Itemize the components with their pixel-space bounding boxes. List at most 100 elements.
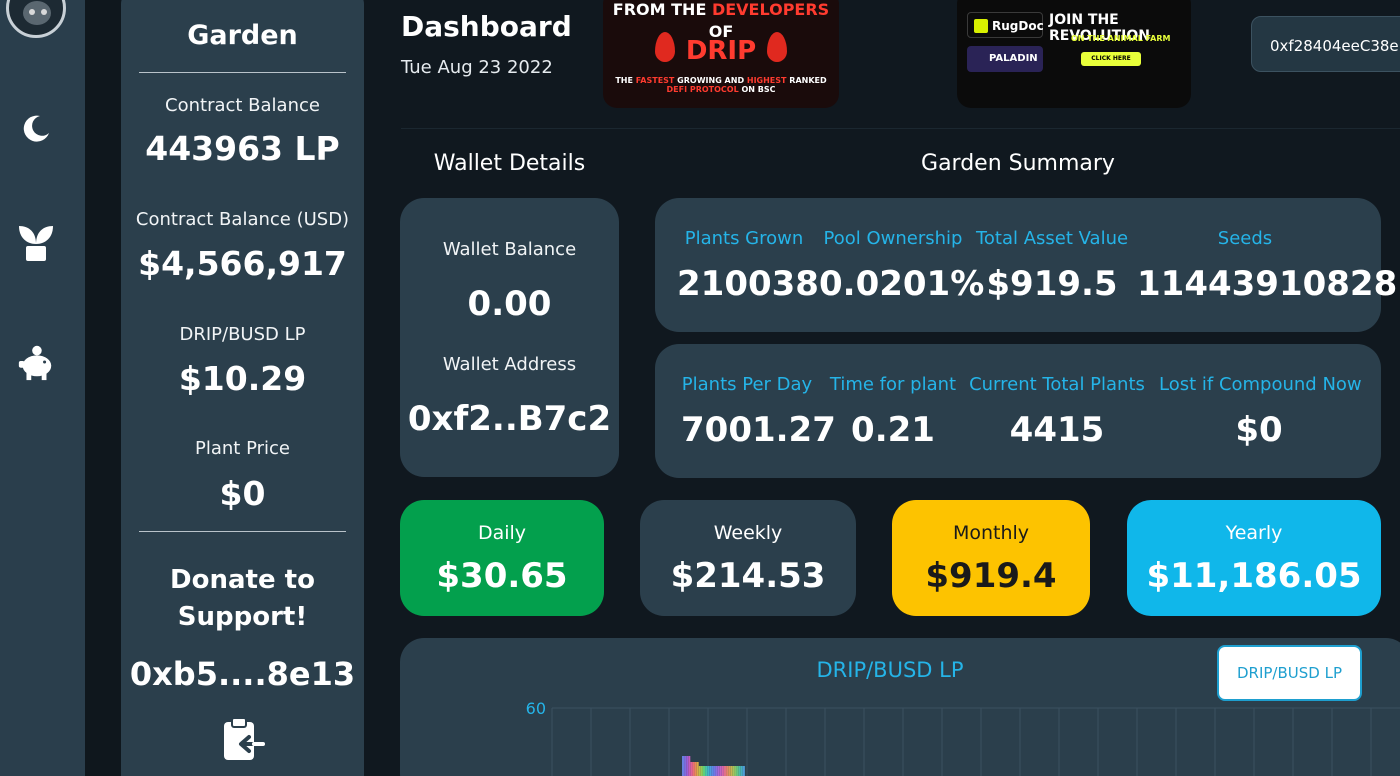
banner-sub-text: RANKED <box>786 76 827 85</box>
stat-value: 4415 <box>1009 410 1105 450</box>
moon-icon[interactable] <box>16 108 56 148</box>
chart-bar <box>719 766 722 776</box>
chart-bar <box>721 766 724 776</box>
wallet-address-label: Wallet Address <box>442 354 577 375</box>
drip-ad-banner[interactable]: FROM THE DEVELOPERS OF DRIP THE FASTEST … <box>603 0 839 108</box>
avatar-eye <box>29 9 35 15</box>
banner-subheadline: ON THE ANIMAL FARM <box>1071 34 1171 43</box>
garden-sidebar: Garden Contract Balance 443963 LP Contra… <box>121 0 364 776</box>
paladin-badge: PALADIN <box>967 46 1043 72</box>
stat-label: Plants Grown <box>684 228 804 249</box>
stat-label: Time for plant <box>829 374 957 395</box>
piggy-bank-icon[interactable] <box>16 342 56 382</box>
divider <box>139 72 346 73</box>
logo-avatar[interactable] <box>6 0 66 38</box>
chart-bar <box>717 766 720 776</box>
weekly-return-card: Weekly $214.53 <box>640 500 856 616</box>
monthly-return-card: Monthly $919.4 <box>892 500 1090 616</box>
chart-bar <box>726 766 729 776</box>
wallet-balance-label: Wallet Balance <box>442 239 577 260</box>
stat-label: Seeds <box>1217 228 1273 249</box>
animal-farm-ad-banner[interactable]: RugDoc PALADIN JOIN THE REVOLUTION ON TH… <box>957 0 1191 108</box>
chart-bar <box>736 766 739 776</box>
chart-bar <box>682 756 684 776</box>
return-label: Daily <box>477 522 527 544</box>
donate-line-2: Support! <box>177 602 308 632</box>
chart-bar <box>690 762 693 776</box>
paladin-label: PALADIN <box>989 53 1038 64</box>
chart-bar <box>734 766 737 776</box>
garden-summary-card-2: Plants Per Day 7001.27 Time for plant 0.… <box>655 344 1381 478</box>
plant-icon[interactable] <box>16 222 56 262</box>
chart-bar <box>730 766 733 776</box>
chart-bar <box>684 756 687 776</box>
chart-bar <box>740 766 743 776</box>
garden-summary-heading: Garden Summary <box>921 151 1115 176</box>
return-label: Yearly <box>1225 522 1283 544</box>
copy-clipboard-icon[interactable] <box>221 716 265 762</box>
contract-balance-label: Contract Balance <box>165 95 320 116</box>
contract-balance-usd-value: $4,566,917 <box>138 244 347 283</box>
banner-sub-text: GROWING AND <box>674 76 747 85</box>
chart-bar <box>703 766 705 776</box>
wallet-details-heading: Wallet Details <box>433 151 586 176</box>
donate-address[interactable]: 0xb5....8e13 <box>121 655 364 693</box>
stat-label: Plants Per Day <box>681 374 813 395</box>
chart-bar <box>715 766 718 776</box>
stat-value: $919.5 <box>986 264 1118 304</box>
divider <box>139 531 346 532</box>
chart-bar <box>686 756 689 776</box>
chart-bar <box>694 762 697 776</box>
connected-wallet-button[interactable]: 0xf28404eeC38e <box>1251 16 1400 72</box>
avatar-eye <box>41 9 47 15</box>
chart-bar <box>698 766 701 776</box>
chart-bar <box>709 766 712 776</box>
chart-series-toggle-button[interactable]: DRIP/BUSD LP <box>1217 645 1362 701</box>
garden-summary-card-1: Plants Grown 210038 Pool Ownership 0.020… <box>655 198 1398 332</box>
rugdoc-logo-icon <box>974 19 988 33</box>
donate-line-1: Donate to <box>170 565 315 595</box>
return-label: Monthly <box>952 522 1030 544</box>
chart-bar <box>696 762 699 776</box>
stat-value: 7001.27 <box>681 410 836 450</box>
wallet-card: Wallet Balance 0.00 Wallet Address 0xf2.… <box>400 198 619 477</box>
y-tick-label: 60 <box>526 699 546 718</box>
lp-price-value: $10.29 <box>178 359 307 398</box>
banner-line-1: FROM THE DEVELOPERS <box>603 0 839 19</box>
banner-sub-text: ON BSC <box>738 85 776 94</box>
stat-value: 11443910828 <box>1137 264 1398 304</box>
stat-value: $0 <box>1235 410 1283 450</box>
banner-text: FROM THE <box>612 0 712 19</box>
rugdoc-badge: RugDoc <box>967 12 1044 38</box>
header-divider <box>401 128 1400 129</box>
page-title: Dashboard <box>401 10 572 43</box>
banner-sub-highlight: HIGHEST <box>746 76 787 85</box>
page-date: Tue Aug 23 2022 <box>401 57 553 78</box>
rugdoc-label: RugDoc <box>992 19 1044 33</box>
stat-label: Lost if Compound Now <box>1159 374 1362 395</box>
wallet-address-value: 0xf2..B7c2 <box>407 399 612 439</box>
donate-heading: Donate to Support! <box>121 562 364 636</box>
return-value: $919.4 <box>925 556 1057 596</box>
plant-price-label: Plant Price <box>195 438 290 459</box>
stat-label: Pool Ownership <box>823 228 963 249</box>
yearly-return-card: Yearly $11,186.05 <box>1127 500 1381 616</box>
stat-label: Current Total Plants <box>969 374 1145 395</box>
chart-bar <box>732 766 735 776</box>
banner-cta-button[interactable]: CLICK HERE <box>1081 52 1141 66</box>
chart-bar <box>711 766 714 776</box>
stat-value: 210038 <box>677 264 819 304</box>
chart-bar <box>705 766 708 776</box>
return-label: Weekly <box>713 522 783 544</box>
chart-bar <box>692 762 695 776</box>
chart-bar <box>738 766 741 776</box>
stat-value: 0.21 <box>851 410 935 450</box>
chart-bar <box>713 766 716 776</box>
lp-chart-card: 6040 DRIP/BUSD LP DRIP/BUSD LP <box>400 638 1400 776</box>
chart-bar <box>688 756 691 776</box>
contract-balance-usd-label: Contract Balance (USD) <box>135 209 350 230</box>
chart-bar <box>728 766 731 776</box>
return-value: $11,186.05 <box>1146 556 1362 596</box>
stat-value: 0.0201% <box>819 264 985 304</box>
banner-sub-highlight: FASTEST <box>635 76 675 85</box>
